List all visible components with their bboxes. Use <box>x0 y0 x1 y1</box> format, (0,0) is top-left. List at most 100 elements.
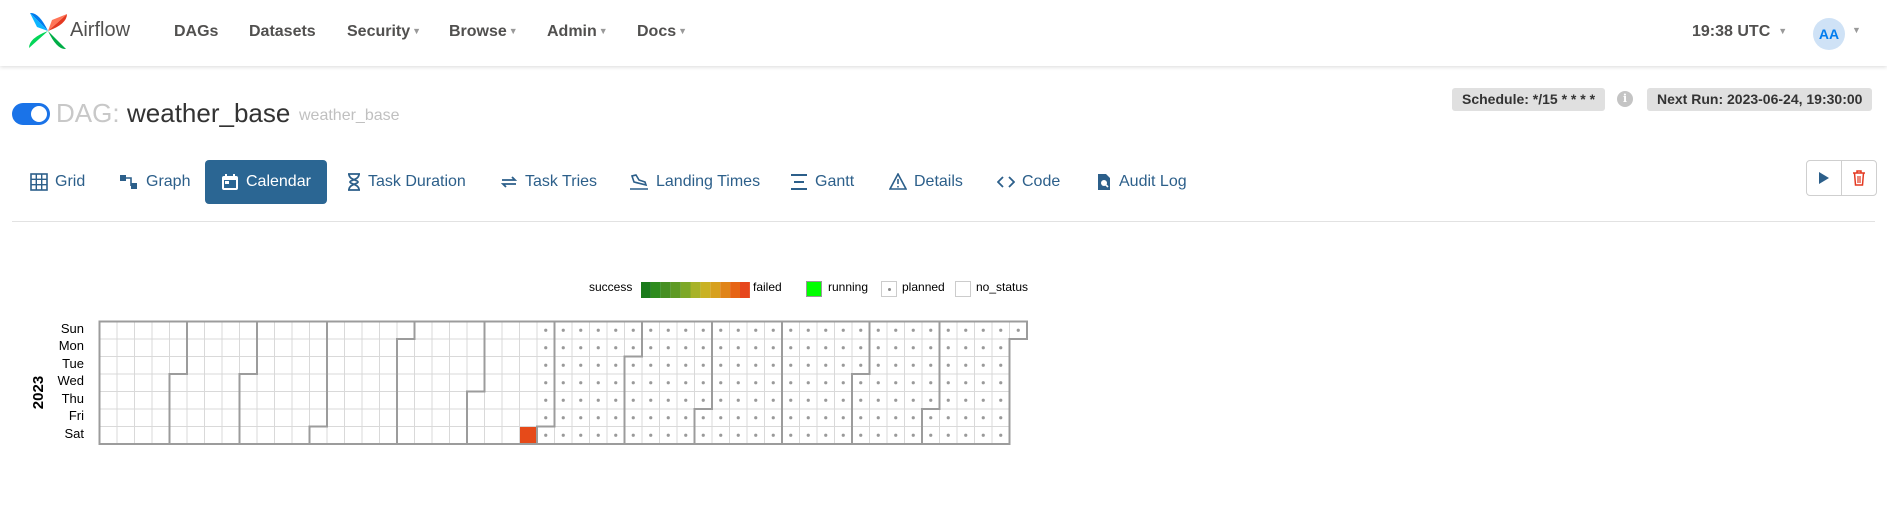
calendar-day-cell[interactable] <box>239 408 258 427</box>
calendar-day-cell[interactable] <box>484 356 503 375</box>
calendar-day-cell[interactable] <box>344 338 363 357</box>
calendar-day-cell[interactable] <box>344 426 363 445</box>
calendar-day-cell[interactable] <box>484 408 503 427</box>
calendar-day-cell[interactable] <box>134 356 153 375</box>
calendar-day-cell[interactable] <box>361 338 380 357</box>
calendar-day-cell[interactable] <box>256 391 275 410</box>
calendar-day-cell[interactable] <box>186 426 205 445</box>
calendar-day-cell[interactable] <box>501 338 520 357</box>
calendar-day-cell[interactable] <box>361 408 380 427</box>
calendar-day-cell[interactable] <box>309 426 328 445</box>
calendar-day-cell[interactable] <box>239 391 258 410</box>
calendar-day-cell[interactable] <box>484 338 503 357</box>
calendar-day-cell[interactable] <box>396 426 415 445</box>
calendar-day-cell[interactable] <box>501 356 520 375</box>
calendar-day-cell[interactable] <box>344 321 363 340</box>
calendar-day-cell[interactable] <box>169 408 188 427</box>
calendar-day-cell[interactable] <box>501 391 520 410</box>
calendar-day-cell[interactable] <box>221 408 240 427</box>
calendar-day-cell[interactable] <box>151 426 170 445</box>
calendar-day-cell[interactable] <box>291 321 310 340</box>
calendar-day-cell[interactable] <box>134 338 153 357</box>
calendar-day-cell[interactable] <box>116 373 135 392</box>
calendar-day-cell[interactable] <box>431 426 450 445</box>
calendar-day-cell[interactable] <box>134 321 153 340</box>
calendar-day-cell[interactable] <box>431 391 450 410</box>
calendar-day-cell[interactable] <box>274 408 293 427</box>
calendar-day-cell[interactable] <box>519 356 538 375</box>
calendar-day-cell[interactable] <box>151 356 170 375</box>
calendar-day-cell[interactable] <box>99 426 118 445</box>
calendar-day-cell[interactable] <box>186 408 205 427</box>
calendar-day-cell[interactable] <box>466 321 485 340</box>
calendar-day-cell[interactable] <box>204 391 223 410</box>
calendar-day-cell[interactable] <box>99 321 118 340</box>
calendar-day-cell[interactable] <box>309 391 328 410</box>
calendar-day-cell[interactable] <box>291 338 310 357</box>
calendar-day-cell[interactable] <box>326 338 345 357</box>
calendar-day-cell[interactable] <box>291 356 310 375</box>
calendar-day-cell[interactable] <box>519 338 538 357</box>
calendar-day-cell[interactable] <box>484 391 503 410</box>
calendar-day-cell[interactable] <box>256 373 275 392</box>
calendar-day-cell[interactable] <box>344 408 363 427</box>
calendar-day-cell[interactable] <box>256 356 275 375</box>
calendar-day-cell[interactable] <box>221 356 240 375</box>
calendar-day-cell[interactable] <box>151 373 170 392</box>
calendar-day-cell[interactable] <box>256 408 275 427</box>
calendar-day-cell[interactable] <box>379 338 398 357</box>
calendar-day-cell[interactable] <box>484 373 503 392</box>
calendar-day-cell[interactable] <box>309 408 328 427</box>
calendar-day-cell[interactable] <box>309 338 328 357</box>
calendar-day-cell[interactable] <box>186 338 205 357</box>
calendar-day-cell[interactable] <box>431 408 450 427</box>
calendar-day-cell[interactable] <box>169 426 188 445</box>
calendar-day-cell[interactable] <box>256 321 275 340</box>
calendar-day-cell[interactable] <box>414 426 433 445</box>
calendar-day-cell[interactable] <box>396 408 415 427</box>
calendar-day-cell[interactable] <box>239 321 258 340</box>
calendar-day-cell[interactable] <box>291 373 310 392</box>
calendar-day-cell[interactable] <box>204 356 223 375</box>
calendar-day-cell[interactable] <box>326 391 345 410</box>
calendar-day-cell[interactable] <box>256 338 275 357</box>
calendar-day-cell[interactable] <box>414 356 433 375</box>
calendar-day-cell[interactable] <box>274 338 293 357</box>
calendar-day-cell[interactable] <box>274 426 293 445</box>
calendar-day-cell[interactable] <box>274 373 293 392</box>
calendar-day-cell[interactable] <box>379 391 398 410</box>
calendar-day-cell[interactable] <box>431 321 450 340</box>
calendar-day-cell[interactable] <box>466 338 485 357</box>
calendar-day-cell[interactable] <box>519 373 538 392</box>
calendar-day-cell[interactable] <box>361 321 380 340</box>
calendar-day-cell[interactable] <box>221 426 240 445</box>
calendar-day-cell[interactable] <box>99 356 118 375</box>
calendar-day-cell[interactable] <box>431 338 450 357</box>
calendar-day-cell[interactable] <box>326 373 345 392</box>
calendar-day-cell[interactable] <box>379 408 398 427</box>
calendar-day-cell[interactable] <box>414 321 433 340</box>
calendar-day-cell[interactable] <box>361 391 380 410</box>
calendar-day-cell[interactable] <box>99 408 118 427</box>
calendar-day-cell[interactable] <box>414 338 433 357</box>
calendar-day-cell[interactable] <box>291 426 310 445</box>
calendar-day-cell[interactable] <box>309 321 328 340</box>
calendar-day-cell[interactable] <box>396 321 415 340</box>
calendar-day-cell[interactable] <box>291 391 310 410</box>
calendar-day-cell[interactable] <box>396 356 415 375</box>
calendar-day-cell[interactable] <box>519 426 538 445</box>
calendar-day-cell[interactable] <box>501 373 520 392</box>
calendar-day-cell[interactable] <box>169 338 188 357</box>
calendar-day-cell[interactable] <box>449 321 468 340</box>
calendar-day-cell[interactable] <box>99 338 118 357</box>
calendar-day-cell[interactable] <box>466 426 485 445</box>
calendar-day-cell[interactable] <box>239 426 258 445</box>
calendar-day-cell[interactable] <box>519 321 538 340</box>
calendar-day-cell[interactable] <box>134 408 153 427</box>
calendar-day-cell[interactable] <box>326 408 345 427</box>
calendar-day-cell[interactable] <box>134 373 153 392</box>
calendar-day-cell[interactable] <box>449 338 468 357</box>
calendar-day-cell[interactable] <box>449 391 468 410</box>
calendar-day-cell[interactable] <box>501 321 520 340</box>
calendar-day-cell[interactable] <box>116 321 135 340</box>
